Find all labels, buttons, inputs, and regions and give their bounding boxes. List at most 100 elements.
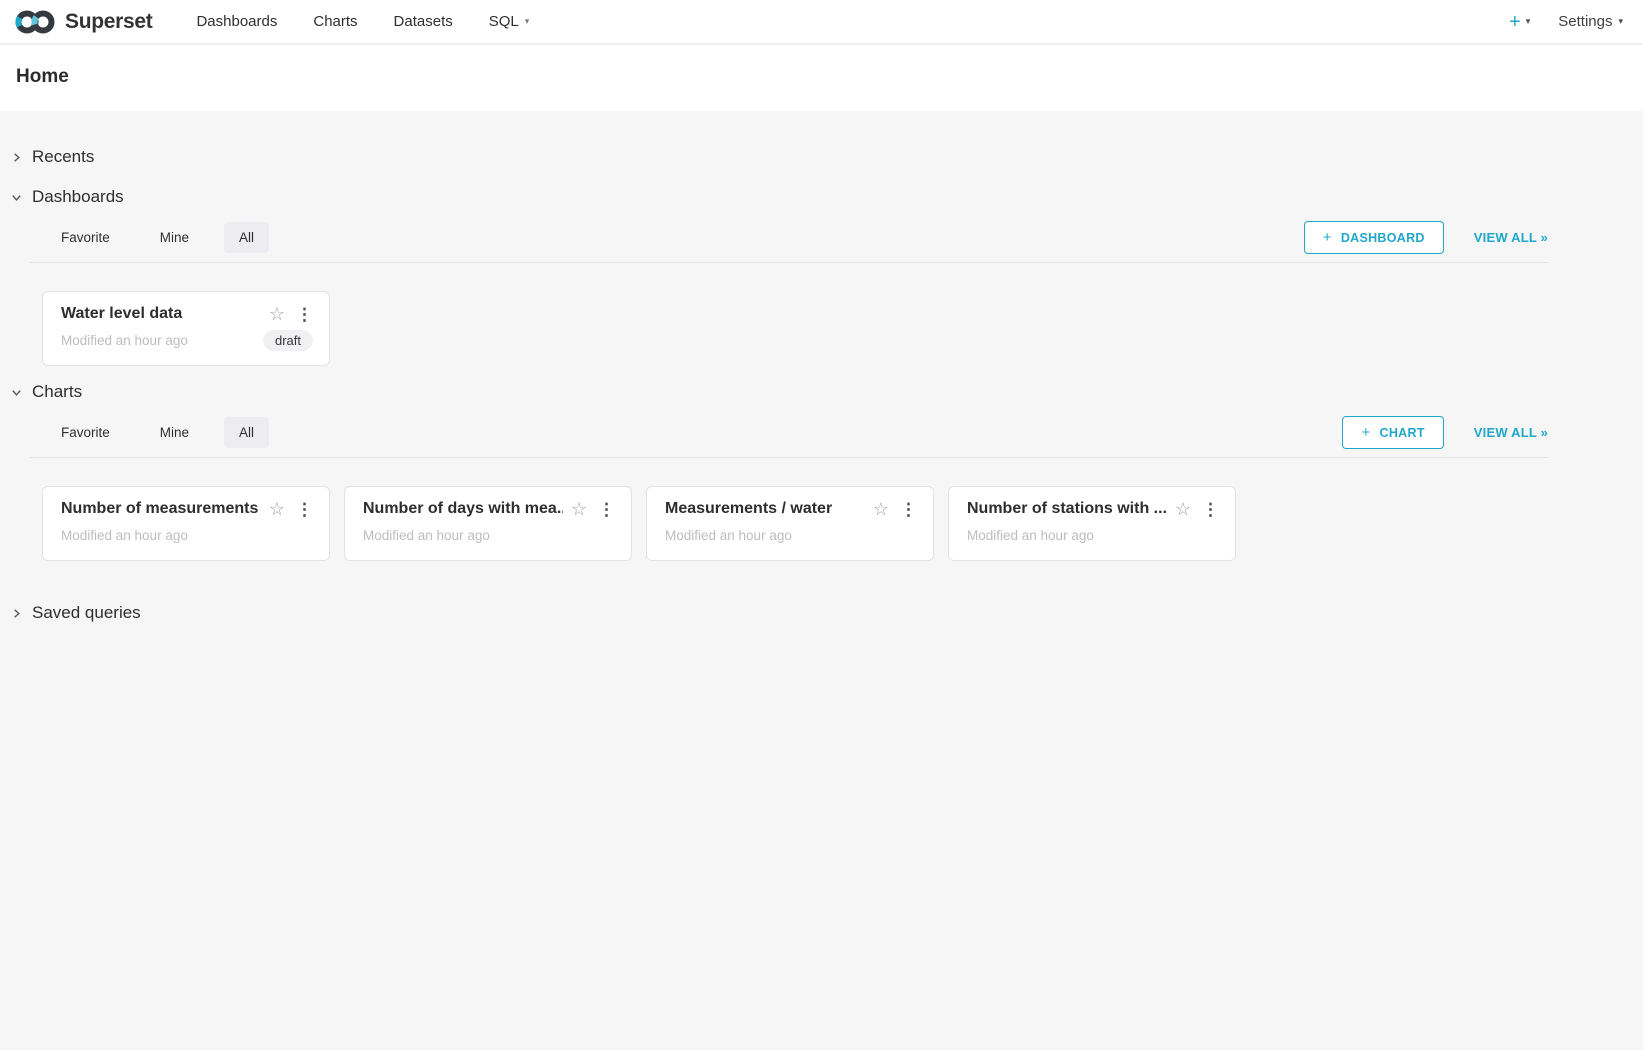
kebab-menu-icon[interactable]: ⋮ <box>1202 501 1219 518</box>
add-chart-button[interactable]: + CHART <box>1342 416 1443 449</box>
card-bottom: Modified an hour ago <box>61 525 313 546</box>
chart-card[interactable]: Measurements / water ☆ ⋮ Modified an hou… <box>646 486 934 561</box>
card-top: Number of days with mea... ☆ ⋮ <box>363 500 615 518</box>
nav-item-label: Datasets <box>394 13 453 30</box>
charts-controls: Favorite Mine All + CHART VIEW ALL » <box>46 416 1548 449</box>
tab-favorite[interactable]: Favorite <box>46 417 125 448</box>
chart-card-title[interactable]: Number of stations with ... <box>967 500 1167 518</box>
plus-icon: + <box>1361 425 1370 440</box>
modified-text: Modified an hour ago <box>61 528 313 543</box>
card-top: Measurements / water ☆ ⋮ <box>665 500 917 518</box>
section-title: Recents <box>32 147 94 167</box>
chart-card[interactable]: Number of days with mea... ☆ ⋮ Modified … <box>344 486 632 561</box>
tab-all[interactable]: All <box>224 417 269 448</box>
nav-item-label: Charts <box>313 13 357 30</box>
top-navbar: Superset Dashboards Charts Datasets SQL … <box>0 0 1643 45</box>
chevron-down-icon <box>10 191 23 204</box>
nav-item-sql[interactable]: SQL ▾ <box>471 0 548 44</box>
favorite-star-icon[interactable]: ☆ <box>269 305 285 323</box>
card-bottom: Modified an hour ago <box>665 525 917 546</box>
add-dashboard-label: DASHBOARD <box>1341 231 1425 245</box>
card-bottom: Modified an hour ago draft <box>61 330 313 351</box>
modified-text: Modified an hour ago <box>665 528 917 543</box>
card-icons: ☆ ⋮ <box>269 500 313 518</box>
charts-actions: + CHART VIEW ALL » <box>1342 416 1548 449</box>
status-badge: draft <box>263 330 313 351</box>
nav-item-dashboards[interactable]: Dashboards <box>178 0 295 44</box>
kebab-menu-icon[interactable]: ⋮ <box>900 501 917 518</box>
home-content: Recents Dashboards Favorite Mine All + D… <box>0 111 1643 633</box>
nav-item-label: Dashboards <box>196 13 277 30</box>
modified-text: Modified an hour ago <box>967 528 1219 543</box>
nav-item-charts[interactable]: Charts <box>295 0 375 44</box>
tab-all[interactable]: All <box>224 222 269 253</box>
modified-text: Modified an hour ago <box>61 333 263 348</box>
charts-tabs: Favorite Mine All <box>46 417 269 448</box>
card-icons: ☆ ⋮ <box>1175 500 1219 518</box>
chevron-down-icon: ▾ <box>1526 16 1531 27</box>
chevron-down-icon: ▾ <box>1618 16 1623 27</box>
favorite-star-icon[interactable]: ☆ <box>873 500 889 518</box>
chart-card-title[interactable]: Number of measurements <box>61 500 261 518</box>
main-nav: Dashboards Charts Datasets SQL ▾ <box>178 0 547 44</box>
card-bottom: Modified an hour ago <box>363 525 615 546</box>
dashboards-cards-row: Water level data ☆ ⋮ Modified an hour ag… <box>0 263 1643 372</box>
favorite-star-icon[interactable]: ☆ <box>1175 500 1191 518</box>
card-icons: ☆ ⋮ <box>571 500 615 518</box>
new-item-menu[interactable]: + ▾ <box>1509 12 1530 32</box>
section-toggle-recents[interactable]: Recents <box>0 137 1643 177</box>
card-top: Water level data ☆ ⋮ <box>61 305 313 323</box>
tab-favorite[interactable]: Favorite <box>46 222 125 253</box>
settings-label: Settings <box>1558 13 1612 30</box>
dashboard-card-title[interactable]: Water level data <box>61 305 261 323</box>
favorite-star-icon[interactable]: ☆ <box>269 500 285 518</box>
add-dashboard-button[interactable]: + DASHBOARD <box>1304 221 1444 254</box>
tab-mine[interactable]: Mine <box>145 417 204 448</box>
section-title: Saved queries <box>32 603 141 623</box>
plus-icon: + <box>1323 230 1332 245</box>
kebab-menu-icon[interactable]: ⋮ <box>296 501 313 518</box>
modified-text: Modified an hour ago <box>363 528 615 543</box>
section-dashboards: Dashboards Favorite Mine All + DASHBOARD… <box>0 177 1643 372</box>
section-title: Dashboards <box>32 187 124 207</box>
chart-card-title[interactable]: Number of days with mea... <box>363 500 563 518</box>
dashboard-card[interactable]: Water level data ☆ ⋮ Modified an hour ag… <box>42 291 330 366</box>
chevron-down-icon <box>10 386 23 399</box>
view-all-dashboards-link[interactable]: VIEW ALL » <box>1474 230 1548 245</box>
charts-cards-row: Number of measurements ☆ ⋮ Modified an h… <box>0 458 1643 567</box>
card-top: Number of measurements ☆ ⋮ <box>61 500 313 518</box>
dashboards-actions: + DASHBOARD VIEW ALL » <box>1304 221 1548 254</box>
nav-item-label: SQL <box>489 13 519 30</box>
plus-icon: + <box>1509 12 1521 32</box>
dashboards-controls: Favorite Mine All + DASHBOARD VIEW ALL » <box>46 221 1548 254</box>
section-toggle-saved-queries[interactable]: Saved queries <box>0 593 1643 633</box>
navbar-right: + ▾ Settings ▾ <box>1509 12 1643 32</box>
section-title: Charts <box>32 382 82 402</box>
kebab-menu-icon[interactable]: ⋮ <box>296 306 313 323</box>
card-icons: ☆ ⋮ <box>269 305 313 323</box>
chevron-right-icon <box>10 151 23 164</box>
page-header: Home <box>0 45 1643 111</box>
kebab-menu-icon[interactable]: ⋮ <box>598 501 615 518</box>
favorite-star-icon[interactable]: ☆ <box>571 500 587 518</box>
chart-card-title[interactable]: Measurements / water <box>665 500 865 518</box>
view-all-charts-link[interactable]: VIEW ALL » <box>1474 425 1548 440</box>
chart-card[interactable]: Number of stations with ... ☆ ⋮ Modified… <box>948 486 1236 561</box>
card-top: Number of stations with ... ☆ ⋮ <box>967 500 1219 518</box>
superset-brand[interactable]: Superset <box>14 8 152 36</box>
page-title: Home <box>16 66 1627 88</box>
add-chart-label: CHART <box>1380 426 1425 440</box>
settings-menu[interactable]: Settings ▾ <box>1558 13 1623 30</box>
superset-logo-icon <box>14 8 56 36</box>
section-toggle-dashboards[interactable]: Dashboards <box>0 177 1643 217</box>
chevron-right-icon <box>10 607 23 620</box>
chevron-down-icon: ▾ <box>525 16 530 27</box>
brand-name: Superset <box>65 10 152 34</box>
card-bottom: Modified an hour ago <box>967 525 1219 546</box>
tab-mine[interactable]: Mine <box>145 222 204 253</box>
section-charts: Charts Favorite Mine All + CHART VIEW AL… <box>0 372 1643 567</box>
section-toggle-charts[interactable]: Charts <box>0 372 1643 412</box>
chart-card[interactable]: Number of measurements ☆ ⋮ Modified an h… <box>42 486 330 561</box>
dashboards-tabs: Favorite Mine All <box>46 222 269 253</box>
nav-item-datasets[interactable]: Datasets <box>376 0 471 44</box>
